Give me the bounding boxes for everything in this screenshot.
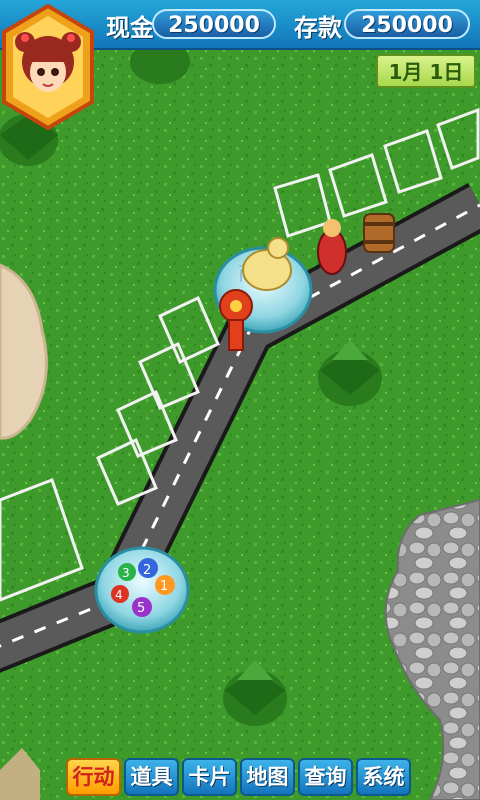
player-avatar[interactable] — [0, 2, 96, 132]
dice-number: 3 — [122, 566, 130, 580]
dice-number: 1 — [160, 579, 168, 594]
cash-label: 现金 — [106, 14, 154, 42]
deposit-label: 存款 — [294, 14, 342, 42]
dice-number: 4 — [115, 588, 123, 602]
menu-action-button[interactable]: 行动 — [66, 758, 121, 796]
menu-map-button[interactable]: 地图 — [240, 758, 295, 796]
deposit-value: 250000 — [344, 9, 470, 39]
menu-query-button[interactable]: 查询 — [298, 758, 353, 796]
action-menu: 行动 道具 卡片 地图 查询 系统 — [66, 758, 411, 798]
dice-node: 2 3 4 5 1 — [94, 546, 190, 634]
dice-number: 5 — [137, 601, 145, 616]
dice-number: 2 — [143, 563, 151, 578]
menu-system-button[interactable]: 系统 — [356, 758, 411, 796]
menu-cards-button[interactable]: 卡片 — [182, 758, 237, 796]
menu-items-button[interactable]: 道具 — [124, 758, 179, 796]
barrel-icon — [363, 213, 395, 253]
cash-value: 250000 — [152, 9, 276, 39]
date-display: 1月 1日 — [376, 54, 476, 88]
